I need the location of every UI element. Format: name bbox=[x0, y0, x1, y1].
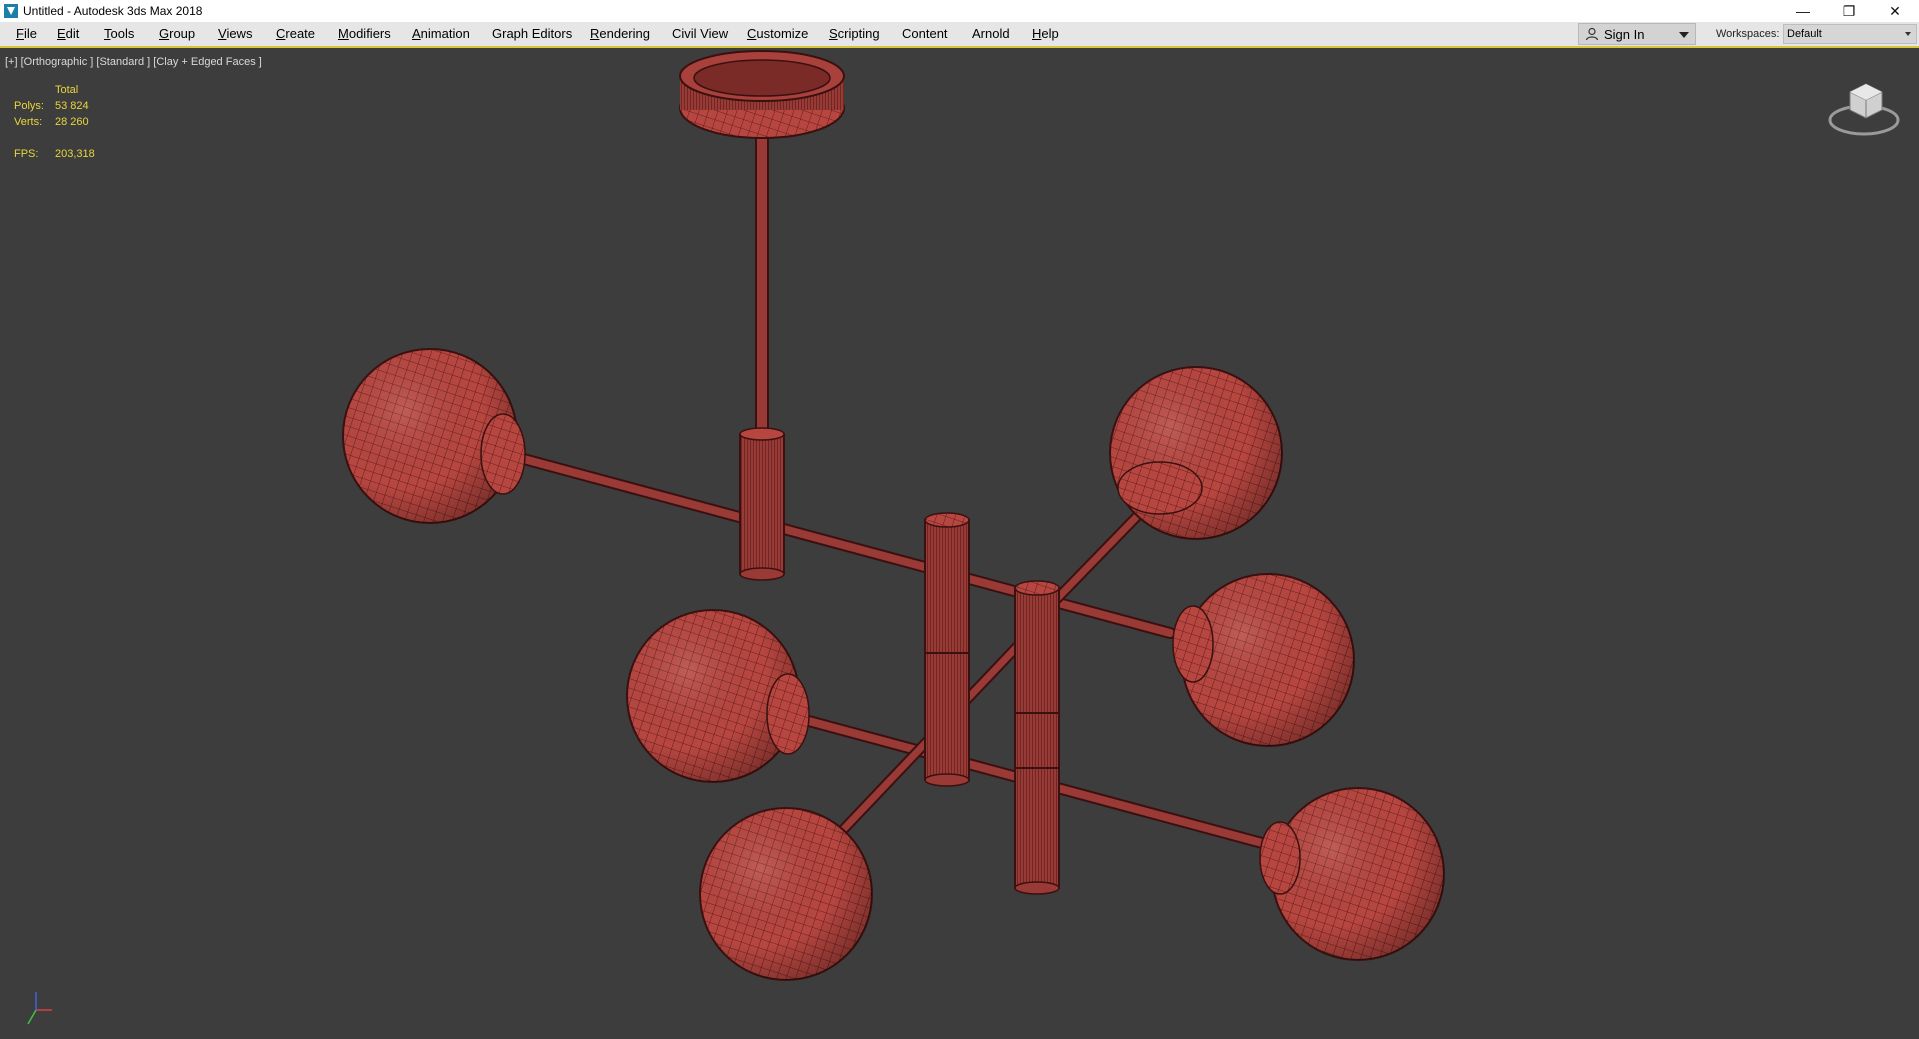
menu-mnemonic: M bbox=[338, 26, 349, 41]
minimize-button[interactable]: — bbox=[1780, 0, 1826, 22]
ceiling-canopy bbox=[679, 50, 845, 139]
restore-button[interactable]: ❐ bbox=[1826, 0, 1872, 22]
globe-6 bbox=[1259, 787, 1445, 961]
menu-group[interactable]: Group bbox=[157, 25, 197, 43]
menu-tools[interactable]: Tools bbox=[102, 25, 136, 43]
menu-rendering[interactable]: Rendering bbox=[588, 25, 652, 43]
menu-mnemonic: G bbox=[159, 26, 170, 41]
close-button[interactable]: ✕ bbox=[1872, 0, 1918, 22]
menu-label: dit bbox=[65, 26, 80, 41]
scene-canvas[interactable] bbox=[0, 48, 1919, 1039]
menu-label: reate bbox=[285, 26, 316, 41]
globe-5 bbox=[699, 807, 873, 981]
menu-mnemonic: S bbox=[829, 26, 838, 41]
chevron-down-icon bbox=[1905, 32, 1911, 36]
menu-label: ools bbox=[110, 26, 135, 41]
viewport-label[interactable]: [+] [Orthographic ] [Standard ] [Clay + … bbox=[5, 56, 262, 68]
menu-help[interactable]: Help bbox=[1030, 25, 1061, 43]
app-icon bbox=[4, 4, 18, 18]
user-icon bbox=[1585, 27, 1599, 41]
menu-customize[interactable]: Customize bbox=[745, 25, 810, 43]
menu-mnemonic: E bbox=[57, 26, 66, 41]
verts-value: 28 260 bbox=[55, 116, 89, 128]
menu-label: iews bbox=[226, 26, 253, 41]
menu-label: odifiers bbox=[348, 26, 391, 41]
chevron-down-icon bbox=[1679, 32, 1689, 38]
menu-mnemonic: F bbox=[16, 26, 24, 41]
glass-globes bbox=[342, 348, 1445, 981]
fps-label: FPS: bbox=[14, 148, 39, 160]
menu-civil-view[interactable]: Civil View bbox=[670, 25, 730, 43]
polys-value: 53 824 bbox=[55, 100, 89, 112]
axis-tripod-icon bbox=[27, 992, 52, 1025]
perspective-viewport[interactable]: [+] [Orthographic ] [Standard ] [Clay + … bbox=[0, 46, 1919, 1039]
menu-file[interactable]: File bbox=[14, 25, 39, 43]
globe-4 bbox=[626, 609, 810, 783]
menu-mnemonic: A bbox=[412, 26, 421, 41]
menu-label: ustomize bbox=[756, 26, 809, 41]
menu-label: Graph Editors bbox=[492, 26, 573, 41]
menu-label: nimation bbox=[420, 26, 470, 41]
menu-label: ile bbox=[23, 26, 37, 41]
stats-header: Total bbox=[55, 84, 79, 96]
menu-mnemonic: C bbox=[276, 26, 286, 41]
verts-label: Verts: bbox=[14, 116, 43, 128]
globe-2 bbox=[1109, 366, 1283, 540]
menu-mnemonic: H bbox=[1032, 26, 1042, 41]
menu-graph-editors[interactable]: Graph Editors bbox=[490, 25, 574, 43]
menu-scripting[interactable]: Scripting bbox=[827, 25, 882, 43]
workspaces-label: Workspaces: bbox=[1716, 28, 1780, 40]
globe-1 bbox=[342, 348, 526, 524]
menu-label: Civil View bbox=[672, 26, 729, 41]
menu-create[interactable]: Create bbox=[274, 25, 317, 43]
window-title: Untitled - Autodesk 3ds Max 2018 bbox=[23, 4, 203, 18]
menu-content[interactable]: Content bbox=[900, 25, 950, 43]
sign-in-label: Sign In bbox=[1604, 27, 1645, 42]
menu-label: Content bbox=[902, 26, 948, 41]
menu-label: roup bbox=[169, 26, 196, 41]
polys-label: Polys: bbox=[14, 100, 44, 112]
viewcube-icon[interactable] bbox=[1828, 83, 1900, 136]
menu-views[interactable]: Views bbox=[216, 25, 254, 43]
fps-value: 203,318 bbox=[55, 148, 95, 160]
menu-label: cripting bbox=[837, 26, 880, 41]
menu-edit[interactable]: Edit bbox=[55, 25, 81, 43]
menu-modifiers[interactable]: Modifiers bbox=[336, 25, 393, 43]
workspaces-value: Default bbox=[1787, 28, 1822, 40]
globe-3 bbox=[1172, 573, 1355, 747]
menu-label: endering bbox=[599, 26, 650, 41]
menu-mnemonic: C bbox=[747, 26, 757, 41]
menu-label: Arnold bbox=[972, 26, 1010, 41]
menu-arnold[interactable]: Arnold bbox=[970, 25, 1012, 43]
title-bar: Untitled - Autodesk 3ds Max 2018 — ❐ ✕ bbox=[0, 0, 1919, 22]
sign-in-dropdown[interactable]: Sign In bbox=[1578, 23, 1696, 45]
workspaces-select[interactable]: Default bbox=[1783, 24, 1917, 44]
menu-mnemonic: R bbox=[590, 26, 600, 41]
menu-animation[interactable]: Animation bbox=[410, 25, 472, 43]
menu-label: elp bbox=[1041, 26, 1059, 41]
